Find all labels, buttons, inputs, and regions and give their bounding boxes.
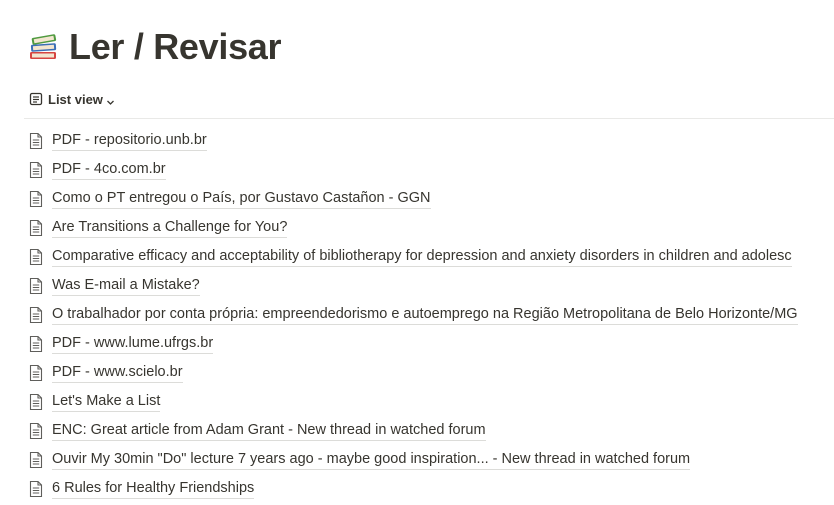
list-item[interactable]: PDF - 4co.com.br [24, 155, 834, 184]
page-icon [28, 306, 44, 324]
list-item[interactable]: 6 Rules for Healthy Friendships [24, 474, 834, 503]
page-icon [28, 219, 44, 237]
page-icon [28, 161, 44, 179]
page-icon [28, 422, 44, 440]
list-item-title[interactable]: Ouvir My 30min "Do" lecture 7 years ago … [52, 450, 691, 470]
page-icon [28, 451, 44, 469]
page-icon [28, 393, 44, 411]
page-list: PDF - repositorio.unb.br PDF - 4co.com.br… [24, 126, 834, 503]
list-item-title[interactable]: O trabalhador por conta própria: empreen… [52, 305, 798, 325]
list-item[interactable]: ENC: Great article from Adam Grant - New… [24, 416, 834, 445]
list-item-title[interactable]: PDF - www.lume.ufrgs.br [52, 334, 214, 354]
list-item-title[interactable]: Comparative efficacy and acceptability o… [52, 247, 792, 267]
list-item[interactable]: Comparative efficacy and acceptability o… [24, 242, 834, 271]
list-item[interactable]: Was E-mail a Mistake? [24, 271, 834, 300]
page-icon [28, 480, 44, 498]
page-icon [28, 190, 44, 208]
page-title[interactable]: Ler / Revisar [69, 26, 282, 68]
list-item[interactable]: Are Transitions a Challenge for You? [24, 213, 834, 242]
view-switcher-label: List view [48, 91, 103, 107]
list-item-title[interactable]: PDF - 4co.com.br [52, 160, 166, 180]
view-switcher[interactable]: List view [29, 89, 115, 109]
list-item-title[interactable]: 6 Rules for Healthy Friendships [52, 479, 255, 499]
chevron-down-icon [106, 95, 115, 105]
list-item[interactable]: PDF - www.lume.ufrgs.br [24, 329, 834, 358]
header-divider [24, 118, 834, 119]
page-icon [28, 335, 44, 353]
list-item-title[interactable]: ENC: Great article from Adam Grant - New… [52, 421, 486, 441]
list-view-icon [29, 92, 43, 106]
list-item-title[interactable]: Let's Make a List [52, 392, 161, 412]
page-icon [28, 364, 44, 382]
books-emoji-icon[interactable] [28, 32, 60, 62]
list-item-title[interactable]: PDF - repositorio.unb.br [52, 131, 207, 151]
list-item[interactable]: Ouvir My 30min "Do" lecture 7 years ago … [24, 445, 834, 474]
list-item-title[interactable]: PDF - www.scielo.br [52, 363, 183, 383]
list-item-title[interactable]: Was E-mail a Mistake? [52, 276, 200, 296]
list-item[interactable]: O trabalhador por conta própria: empreen… [24, 300, 834, 329]
list-item[interactable]: PDF - repositorio.unb.br [24, 126, 834, 155]
page-header: Ler / Revisar [28, 26, 282, 68]
list-item[interactable]: PDF - www.scielo.br [24, 358, 834, 387]
page: Ler / Revisar List view PDF - repositori… [0, 0, 834, 505]
page-icon [28, 248, 44, 266]
page-icon [28, 277, 44, 295]
page-icon [28, 132, 44, 150]
list-item[interactable]: Let's Make a List [24, 387, 834, 416]
list-item-title[interactable]: Como o PT entregou o País, por Gustavo C… [52, 189, 431, 209]
list-item-title[interactable]: Are Transitions a Challenge for You? [52, 218, 288, 238]
list-item[interactable]: Como o PT entregou o País, por Gustavo C… [24, 184, 834, 213]
